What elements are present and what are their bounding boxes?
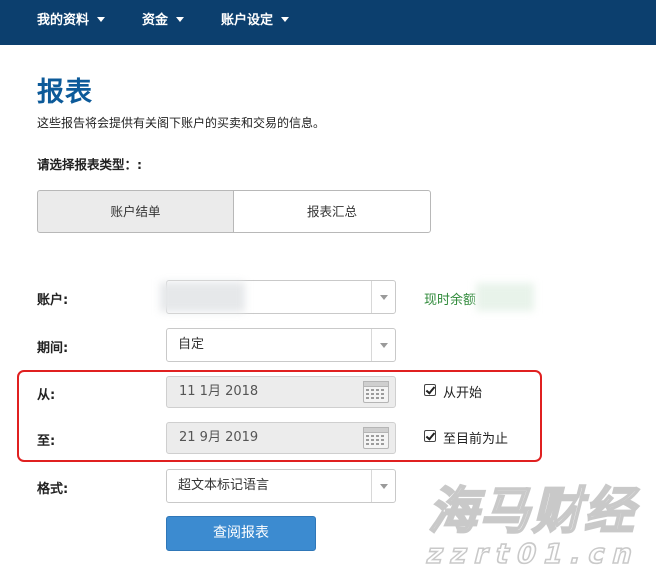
current-balance-link[interactable]: 现时余额	[424, 289, 476, 308]
checkbox-checked-icon[interactable]	[424, 430, 436, 442]
tab-report-summary[interactable]: 报表汇总	[233, 190, 431, 233]
from-date-value: 11 1月 2018	[179, 384, 259, 399]
period-select-toggle[interactable]	[371, 329, 395, 361]
from-beginning-label: 从开始	[443, 386, 483, 401]
period-select-value: 自定	[178, 337, 205, 352]
format-select[interactable]: 超文本标记语言	[166, 469, 396, 503]
checkbox-checked-icon[interactable]	[424, 384, 436, 396]
account-label: 账户:	[37, 293, 69, 308]
to-date-value: 21 9月 2019	[179, 430, 259, 445]
nav-account-settings-label: 账户设定	[221, 13, 274, 28]
to-date-input[interactable]: 21 9月 2019	[166, 422, 396, 454]
format-select-toggle[interactable]	[371, 470, 395, 502]
format-select-value: 超文本标记语言	[178, 478, 270, 493]
chevron-down-icon	[97, 17, 106, 22]
watermark-logo: 海马财经 zzrt01.cn	[423, 481, 649, 569]
dropdown-arrow-icon	[380, 343, 388, 348]
calendar-icon[interactable]	[363, 427, 389, 449]
format-label: 格式:	[37, 482, 69, 497]
from-label: 从:	[37, 388, 56, 403]
report-type-prompt: 请选择报表类型：:	[37, 157, 142, 172]
redacted-balance-value	[476, 283, 534, 311]
page-title: 报表	[37, 77, 93, 108]
period-select[interactable]: 自定	[166, 328, 396, 362]
period-label: 期间:	[37, 341, 69, 356]
account-select-toggle[interactable]	[371, 281, 395, 313]
page-description: 这些报告将会提供有关阁下账户的买卖和交易的信息。	[37, 116, 326, 130]
nav-funds-label: 资金	[142, 13, 169, 28]
nav-my-profile-label: 我的资料	[37, 13, 90, 28]
watermark-line1: 海马财经	[425, 482, 647, 540]
dropdown-arrow-icon	[380, 295, 388, 300]
redacted-account-number	[160, 282, 245, 312]
tab-account-statement[interactable]: 账户结单	[37, 190, 234, 233]
nav-funds[interactable]: 资金	[142, 0, 185, 45]
from-date-input[interactable]: 11 1月 2018	[166, 376, 396, 408]
nav-my-profile[interactable]: 我的资料	[37, 0, 106, 45]
to-date-label: 至目前为止	[443, 432, 509, 447]
calendar-icon[interactable]	[363, 381, 389, 403]
chevron-down-icon	[281, 17, 290, 22]
view-report-button[interactable]: 查阅报表	[166, 516, 316, 551]
watermark-line2: zzrt01.cn	[424, 539, 644, 569]
top-navigation-bar: 我的资料 资金 账户设定	[0, 0, 656, 45]
chevron-down-icon	[176, 17, 185, 22]
nav-account-settings[interactable]: 账户设定	[221, 0, 290, 45]
dropdown-arrow-icon	[380, 484, 388, 489]
to-label: 至:	[37, 434, 56, 449]
